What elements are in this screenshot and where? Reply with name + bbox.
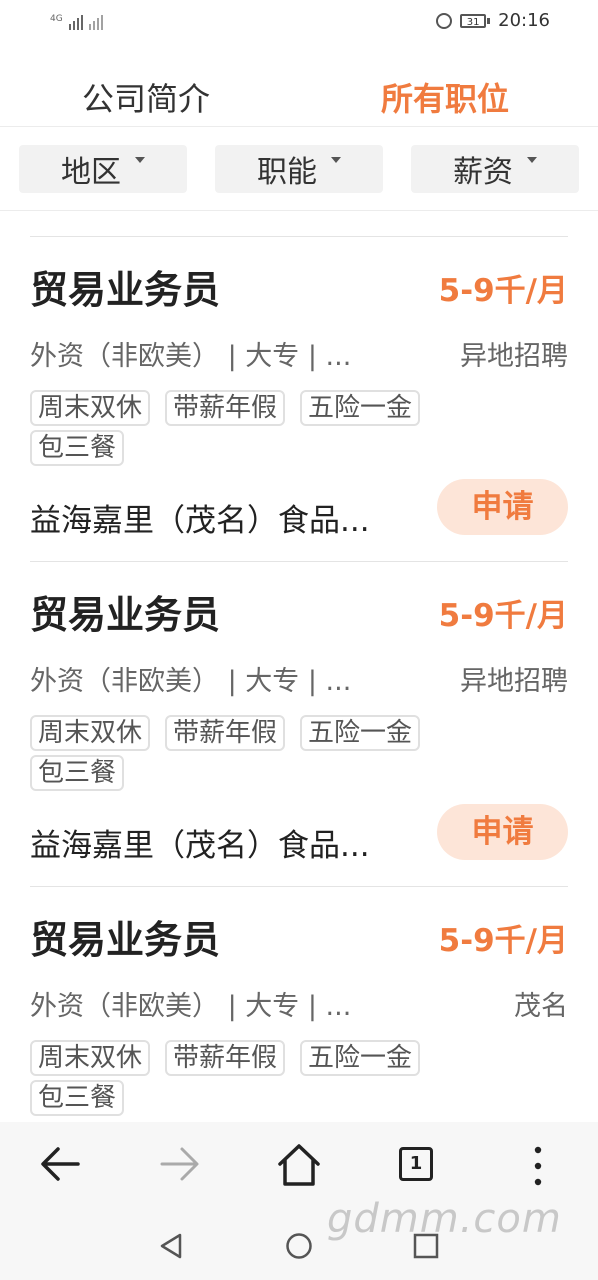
tabs-divider [0, 126, 598, 127]
filters-divider [0, 210, 598, 211]
job-tags: 周末双休 带薪年假 五险一金 包三餐 [30, 390, 470, 466]
filter-function[interactable]: 职能 [215, 145, 383, 193]
job-meta: 外资（非欧美） | 大专 | ... [30, 341, 352, 372]
battery-icon: 31 [460, 13, 491, 28]
job-location: 异地招聘 [460, 341, 568, 372]
status-bar-right: 31 20:16 [436, 10, 550, 31]
job-tag: 周末双休 [30, 715, 151, 751]
job-salary: 5-9千/月 [438, 273, 568, 309]
job-tag: 周末双休 [30, 1040, 151, 1076]
clock: 20:16 [498, 10, 550, 31]
job-meta: 外资（非欧美） | 大专 | ... [30, 666, 352, 697]
status-bar-signal: 4G [50, 12, 103, 30]
apply-button[interactable]: 申请 [437, 479, 568, 535]
job-tag: 五险一金 [300, 390, 421, 426]
watermark: gdmm.com [327, 1196, 562, 1242]
job-location: 茂名 [514, 991, 568, 1022]
job-card[interactable]: 贸易业务员 5-9千/月 外资（非欧美） | 大专 | ... 异地招聘 周末双… [30, 561, 568, 887]
job-tag: 五险一金 [300, 1040, 421, 1076]
filter-region[interactable]: 地区 [19, 145, 187, 193]
job-tag: 五险一金 [300, 715, 421, 751]
nav-home-icon[interactable] [285, 1232, 313, 1260]
caret-down-icon [135, 157, 145, 163]
job-tag: 包三餐 [30, 1080, 125, 1116]
filter-region-label: 地区 [61, 155, 121, 190]
job-card[interactable]: 贸易业务员 5-9千/月 外资（非欧美） | 大专 | ... 茂名 周末双休 … [30, 886, 568, 1123]
filter-function-label: 职能 [257, 155, 317, 190]
more-menu-icon[interactable] [530, 1144, 546, 1188]
tab-all-positions[interactable]: 所有职位 [381, 74, 509, 120]
job-meta: 外资（非欧美） | 大专 | ... [30, 991, 352, 1022]
job-location: 异地招聘 [460, 666, 568, 697]
filter-salary-label: 薪资 [453, 155, 513, 190]
signal-strength-2-icon [88, 12, 103, 30]
forward-arrow-icon[interactable] [158, 1144, 202, 1184]
job-title: 贸易业务员 [30, 593, 221, 637]
job-tags: 周末双休 带薪年假 五险一金 包三餐 [30, 1040, 470, 1116]
company-name: 益海嘉里（茂名）食品... [30, 503, 370, 539]
tab-count: 1 [409, 1153, 423, 1174]
filter-salary[interactable]: 薪资 [411, 145, 579, 193]
job-tag: 周末双休 [30, 390, 151, 426]
apply-button[interactable]: 申请 [437, 804, 568, 860]
back-arrow-icon[interactable] [38, 1144, 82, 1184]
network-type-label: 4G [50, 14, 63, 24]
job-salary: 5-9千/月 [438, 598, 568, 634]
job-tag: 包三餐 [30, 430, 125, 466]
signal-strength-icon [68, 12, 83, 30]
battery-level: 31 [460, 13, 487, 28]
job-card[interactable]: 贸易业务员 5-9千/月 外资（非欧美） | 大专 | ... 异地招聘 周末双… [30, 236, 568, 562]
job-title: 贸易业务员 [30, 268, 221, 312]
caret-down-icon [527, 157, 537, 163]
job-tag: 带薪年假 [165, 1040, 286, 1076]
company-name: 益海嘉里（茂名）食品... [30, 828, 370, 864]
job-tags: 周末双休 带薪年假 五险一金 包三餐 [30, 715, 470, 791]
job-tag: 带薪年假 [165, 390, 286, 426]
alarm-icon [436, 12, 453, 29]
caret-down-icon [331, 157, 341, 163]
nav-back-icon[interactable] [158, 1232, 184, 1260]
tab-company-profile[interactable]: 公司简介 [82, 74, 210, 120]
home-icon[interactable] [276, 1142, 322, 1188]
job-title: 贸易业务员 [30, 918, 221, 962]
tabs-count-icon[interactable]: 1 [399, 1147, 433, 1181]
job-tag: 带薪年假 [165, 715, 286, 751]
job-tag: 包三餐 [30, 755, 125, 791]
job-salary: 5-9千/月 [438, 923, 568, 959]
